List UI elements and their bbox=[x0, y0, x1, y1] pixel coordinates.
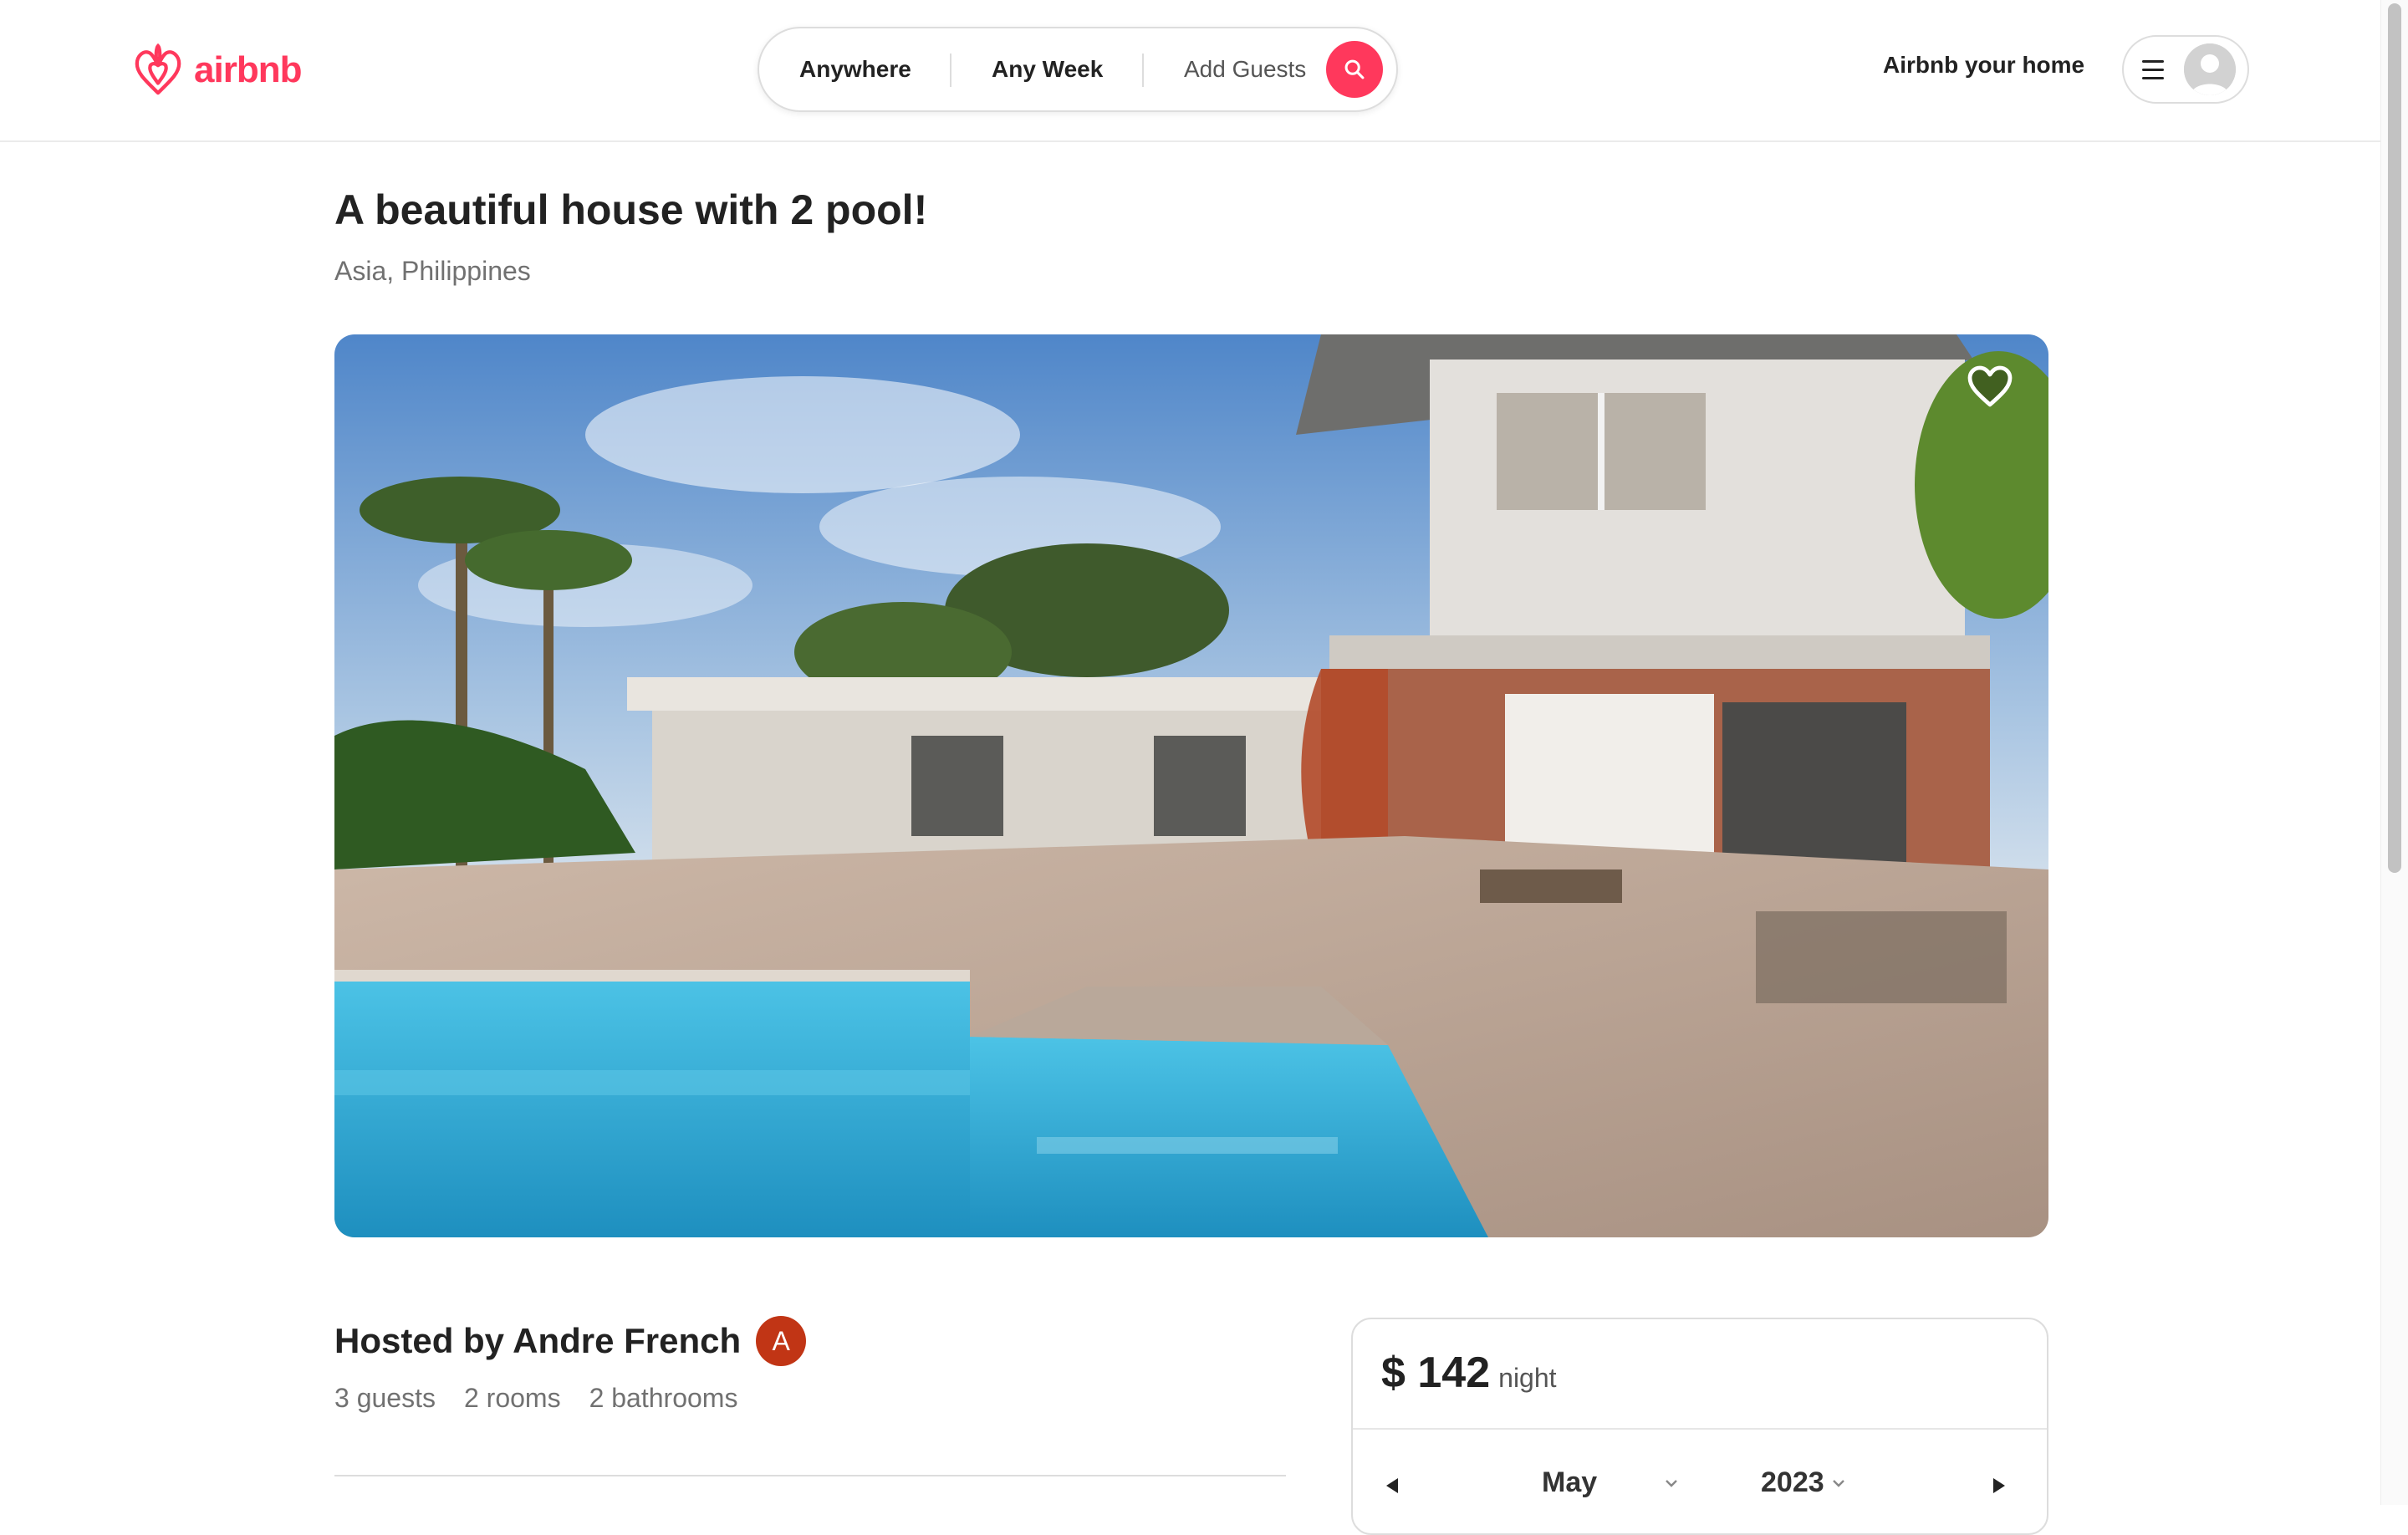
hosted-by-label: Hosted by Andre French bbox=[334, 1321, 742, 1360]
next-month-icon[interactable] bbox=[1993, 1478, 2005, 1493]
host-avatar[interactable]: A bbox=[756, 1316, 807, 1366]
top-navbar: airbnb Anywhere Any Week Add Guests Airb… bbox=[0, 0, 2381, 142]
chevron-down-icon bbox=[1666, 1479, 1677, 1487]
listing-title: A beautiful house with 2 pool! bbox=[334, 186, 928, 233]
search-divider bbox=[1142, 54, 1144, 87]
section-divider bbox=[334, 1475, 1286, 1476]
airbnb-logo[interactable]: airbnb bbox=[132, 42, 302, 99]
listing-photo[interactable] bbox=[334, 334, 2048, 1237]
host-info: Hosted by Andre French A bbox=[334, 1316, 807, 1366]
scrollbar-thumb[interactable] bbox=[2388, 3, 2401, 873]
booking-card: $ 142 night May 2023 bbox=[1351, 1318, 2048, 1535]
search-bar[interactable]: Anywhere Any Week Add Guests bbox=[758, 27, 1398, 112]
airbnb-logo-icon bbox=[135, 43, 181, 95]
price-row: $ 142 night bbox=[1381, 1348, 1557, 1398]
heart-icon[interactable] bbox=[1967, 365, 2013, 408]
airbnb-wordmark: airbnb bbox=[194, 49, 302, 90]
hamburger-icon bbox=[2142, 60, 2164, 80]
search-divider bbox=[950, 54, 951, 87]
airbnb-your-home-link[interactable]: Airbnb your home bbox=[1883, 52, 2084, 79]
calendar-header: May 2023 bbox=[1353, 1461, 2047, 1512]
listing-location: Asia, Philippines bbox=[334, 256, 531, 286]
guests-count: 3 guests bbox=[334, 1383, 436, 1413]
month-select[interactable]: May bbox=[1542, 1466, 1679, 1499]
chevron-down-icon bbox=[1832, 1479, 1844, 1487]
month-value: May bbox=[1542, 1466, 1598, 1498]
rooms-count: 2 rooms bbox=[463, 1383, 561, 1413]
year-select[interactable]: 2023 bbox=[1761, 1466, 1846, 1499]
user-menu-button[interactable] bbox=[2122, 35, 2249, 104]
search-icon bbox=[1344, 59, 1365, 79]
listing-stats: 3 guests 2 rooms 2 bathrooms bbox=[334, 1383, 737, 1414]
price-unit: night bbox=[1498, 1363, 1557, 1393]
user-avatar-icon bbox=[2184, 43, 2236, 95]
search-button[interactable] bbox=[1326, 41, 1383, 98]
booking-divider bbox=[1353, 1428, 2047, 1430]
previous-month-icon[interactable] bbox=[1386, 1478, 1398, 1493]
anywhere-button[interactable]: Anywhere bbox=[799, 28, 911, 110]
year-value: 2023 bbox=[1761, 1466, 1824, 1498]
page-scrollbar[interactable] bbox=[2380, 0, 2408, 1505]
add-guests-button[interactable]: Add Guests bbox=[1184, 28, 1306, 110]
bathrooms-count: 2 bathrooms bbox=[589, 1383, 738, 1413]
nightly-price: $ 142 bbox=[1381, 1349, 1491, 1397]
any-week-button[interactable]: Any Week bbox=[992, 28, 1103, 110]
